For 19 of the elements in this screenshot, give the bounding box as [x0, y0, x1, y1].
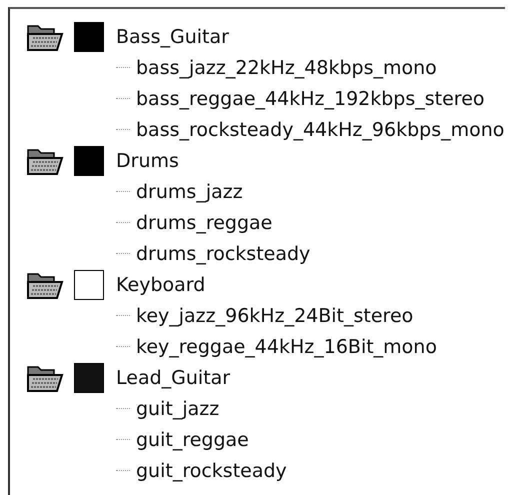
- tree-item[interactable]: Lead_Guitar: [116, 366, 230, 388]
- tree-item[interactable]: drums_jazz: [136, 180, 243, 202]
- color-swatch[interactable]: [74, 146, 104, 176]
- tree-item[interactable]: bass_jazz_22kHz_48kbps_mono: [136, 56, 437, 78]
- tree-item[interactable]: Keyboard: [116, 274, 206, 296]
- tree-item[interactable]: Bass_Guitar: [116, 26, 229, 48]
- tree-item[interactable]: key_reggae_44kHz_16Bit_mono: [136, 336, 437, 358]
- tree-item[interactable]: key_jazz_96kHz_24Bit_stereo: [136, 304, 414, 326]
- tree-item[interactable]: bass_reggae_44kHz_192kbps_stereo: [136, 88, 485, 110]
- tree-item[interactable]: guit_rocksteady: [136, 460, 287, 482]
- color-swatch[interactable]: [74, 270, 104, 300]
- tree-item[interactable]: Drums: [116, 150, 179, 172]
- color-swatch[interactable]: [74, 362, 104, 392]
- tree-item[interactable]: guit_jazz: [136, 398, 220, 420]
- tree-item[interactable]: guit_reggae: [136, 428, 249, 450]
- tree-item[interactable]: drums_reggae: [136, 212, 272, 234]
- tree-item[interactable]: drums_rocksteady: [136, 242, 310, 264]
- color-swatch[interactable]: [74, 22, 104, 52]
- tree-item[interactable]: bass_rocksteady_44kHz_96kbps_mono: [136, 118, 504, 140]
